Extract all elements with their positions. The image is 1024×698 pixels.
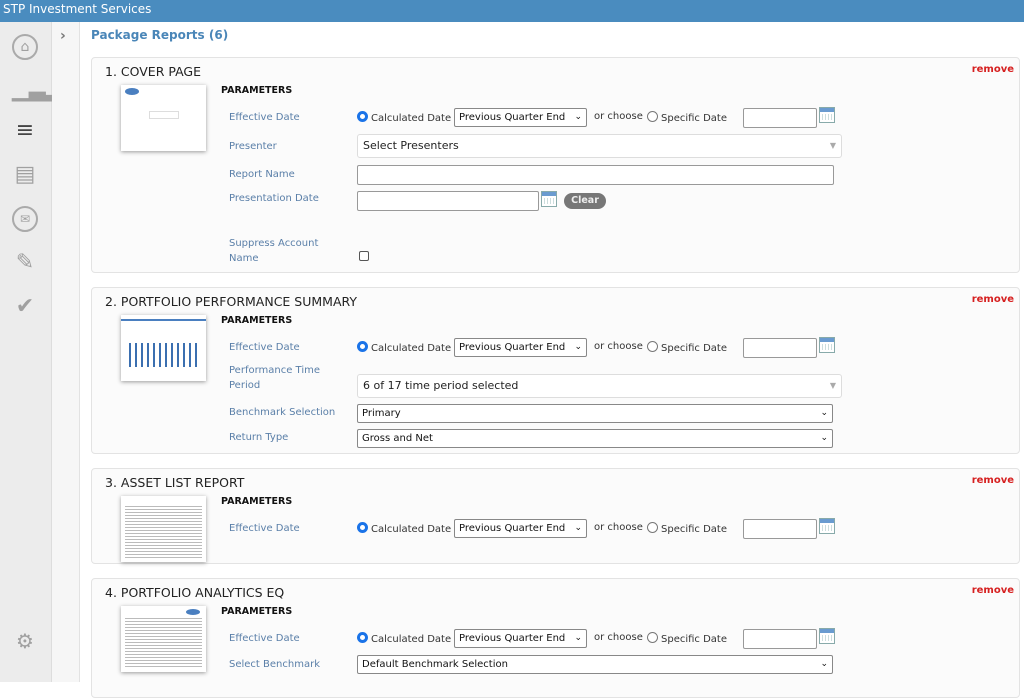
date-option-select[interactable]: Previous Quarter End ⌄ (454, 519, 587, 538)
calendar-icon[interactable] (541, 191, 557, 207)
specific-date-radio[interactable]: Specific Date (647, 341, 727, 354)
or-choose-text: or choose (594, 111, 643, 122)
presentation-date-input[interactable] (357, 191, 539, 211)
specific-date-input[interactable] (743, 108, 817, 128)
calendar-icon[interactable] (819, 518, 835, 534)
date-option-select[interactable]: Previous Quarter End ⌄ (454, 338, 587, 357)
specific-date-input[interactable] (743, 338, 817, 358)
report-thumbnail (121, 496, 206, 562)
specific-date-input[interactable] (743, 519, 817, 539)
gear-icon[interactable]: ⚙ (12, 628, 38, 654)
remove-link[interactable]: remove (972, 585, 1014, 596)
sidebar: ⌂ ▁▃▂ ≡ ▤ ✉ ✎ ✔ ⚙ (0, 22, 63, 682)
calculated-date-radio[interactable]: Calculated Date (357, 522, 451, 535)
report-title: 3. ASSET LIST REPORT (105, 475, 245, 490)
report-card-portfolio-performance-summary: 2. PORTFOLIO PERFORMANCE SUMMARY remove … (91, 287, 1020, 454)
effective-date-label: Effective Date (229, 342, 300, 353)
report-title: 4. PORTFOLIO ANALYTICS EQ (105, 585, 285, 600)
date-option-select[interactable]: Previous Quarter End ⌄ (454, 629, 587, 648)
calculated-date-radio[interactable]: Calculated Date (357, 341, 451, 354)
parameters-heading: PARAMETERS (221, 606, 293, 617)
remove-link[interactable]: remove (972, 64, 1014, 75)
benchmark-selection-label: Benchmark Selection (229, 407, 336, 418)
suppress-account-name-checkbox[interactable] (359, 251, 369, 261)
app-title-bar: STP Investment Services (0, 0, 1024, 22)
report-title: 2. PORTFOLIO PERFORMANCE SUMMARY (105, 294, 358, 309)
bar-chart-icon[interactable]: ▁▃▂ (12, 77, 63, 103)
or-choose-text: or choose (594, 632, 643, 643)
calendar-icon[interactable] (819, 107, 835, 123)
remove-link[interactable]: remove (972, 294, 1014, 305)
parameters-heading: PARAMETERS (221, 496, 293, 507)
or-choose-text: or choose (594, 522, 643, 533)
return-type-label: Return Type (229, 432, 289, 443)
presenter-select[interactable]: Select Presenters ▼ (357, 134, 842, 158)
or-choose-text: or choose (594, 341, 643, 352)
report-name-label: Report Name (229, 169, 295, 180)
report-card-asset-list-report: 3. ASSET LIST REPORT remove PARAMETERS E… (91, 468, 1020, 564)
specific-date-radio[interactable]: Specific Date (647, 522, 727, 535)
performance-time-period-label: Performance Time Period (229, 365, 321, 391)
page-title: Package Reports (6) (91, 28, 229, 42)
document-icon[interactable]: ▤ (12, 162, 38, 188)
app-title: STP Investment Services (3, 2, 152, 16)
calculated-date-radio[interactable]: Calculated Date (357, 111, 451, 124)
presenter-label: Presenter (229, 141, 277, 152)
return-type-select[interactable]: Gross and Net ⌄ (357, 429, 833, 448)
specific-date-radio[interactable]: Specific Date (647, 632, 727, 645)
mail-list-icon[interactable]: ✉ (12, 206, 38, 232)
effective-date-label: Effective Date (229, 523, 300, 534)
collapse-panel: › (52, 22, 80, 682)
report-name-input[interactable] (357, 165, 834, 185)
performance-time-period-select[interactable]: 6 of 17 time period selected ▼ (357, 374, 842, 398)
report-card-portfolio-analytics-eq: 4. PORTFOLIO ANALYTICS EQ remove PARAMET… (91, 578, 1020, 698)
suppress-account-name-label: Suppress Account Name (229, 238, 319, 264)
remove-link[interactable]: remove (972, 475, 1014, 486)
menu-icon[interactable]: ≡ (12, 118, 38, 144)
edit-icon[interactable]: ✎ (12, 250, 38, 276)
report-thumbnail (121, 85, 206, 151)
parameters-heading: PARAMETERS (221, 85, 293, 96)
date-option-select[interactable]: Previous Quarter End ⌄ (454, 108, 587, 127)
benchmark-selection-select[interactable]: Primary ⌄ (357, 404, 833, 423)
report-thumbnail (121, 606, 206, 672)
select-benchmark-select[interactable]: Default Benchmark Selection ⌄ (357, 655, 833, 674)
effective-date-label: Effective Date (229, 112, 300, 123)
effective-date-label: Effective Date (229, 633, 300, 644)
specific-date-radio[interactable]: Specific Date (647, 111, 727, 124)
calculated-date-radio[interactable]: Calculated Date (357, 632, 451, 645)
report-title: 1. COVER PAGE (105, 64, 202, 79)
clear-button[interactable]: Clear (564, 193, 606, 209)
presentation-date-label: Presentation Date (229, 193, 319, 204)
parameters-heading: PARAMETERS (221, 315, 293, 326)
report-card-cover-page: 1. COVER PAGE remove PARAMETERS Effectiv… (91, 57, 1020, 273)
chevron-right-icon[interactable]: › (60, 28, 66, 44)
calendar-icon[interactable] (819, 337, 835, 353)
home-icon[interactable]: ⌂ (12, 34, 38, 60)
calendar-icon[interactable] (819, 628, 835, 644)
select-benchmark-label: Select Benchmark (229, 659, 320, 670)
specific-date-input[interactable] (743, 629, 817, 649)
report-thumbnail (121, 315, 206, 381)
check-icon[interactable]: ✔ (12, 294, 38, 320)
